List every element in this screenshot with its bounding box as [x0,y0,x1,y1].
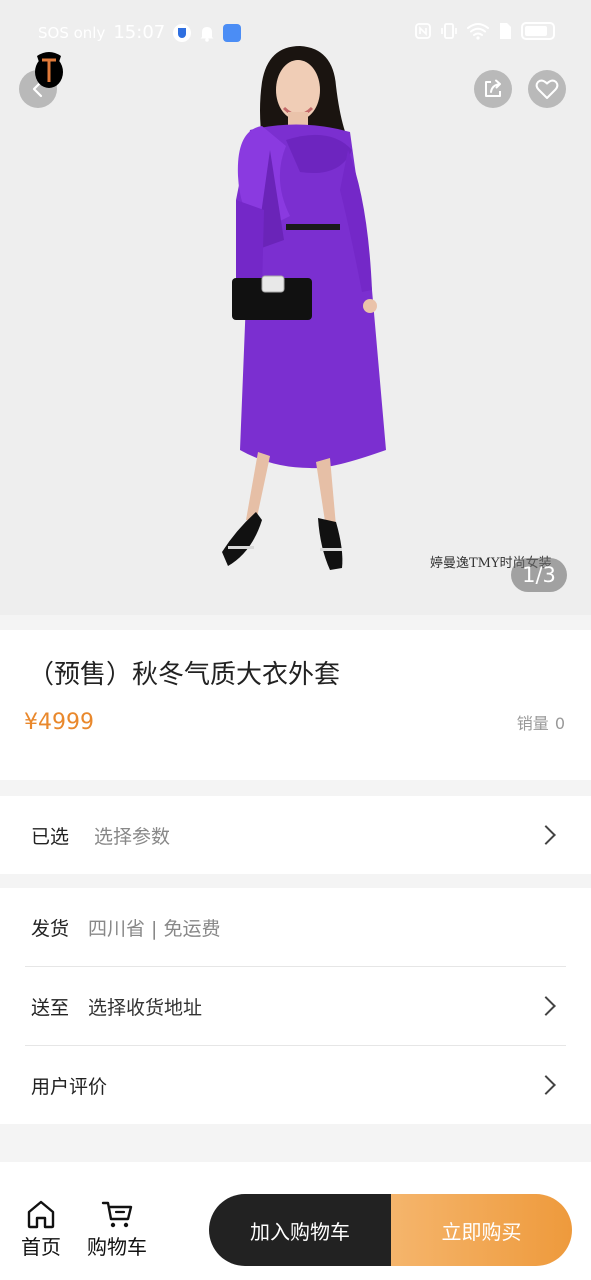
status-bar: SOS only 15:07 [0,0,591,66]
cart-tab-label: 购物车 [87,1235,147,1259]
favorite-button[interactable] [528,70,566,108]
battery-icon [521,22,555,40]
deliver-to-row[interactable]: 送至 选择收货地址 [0,967,591,1045]
sales-value: 0 [554,714,565,733]
heart-icon [535,79,559,99]
home-tab[interactable]: 首页 [21,1198,61,1260]
app-notification-icon [223,23,242,42]
sim-icon [500,23,511,39]
carrier-text: SOS only [38,23,106,42]
add-to-cart-button[interactable]: 加入购物车 [209,1194,391,1266]
spec-select-card: 已选 选择参数 [0,796,591,874]
product-price: ¥4999 [24,710,94,735]
cart-tab[interactable]: 购物车 [87,1198,147,1260]
user-reviews-label: 用户评价 [31,1075,108,1098]
product-info-card: （预售）秋冬气质大衣外套 ¥4999 销量 0 [0,630,591,780]
nfc-icon [415,23,431,39]
shipping-row: 发货 四川省 | 免运费 [0,888,591,966]
sales-count: 销量 0 [517,710,565,734]
cart-icon [101,1201,133,1228]
shipping-label: 发货 [31,917,70,940]
user-reviews-row[interactable]: 用户评价 [0,1046,591,1124]
home-tab-label: 首页 [21,1235,61,1259]
buy-now-button[interactable]: 立即购买 [391,1194,572,1266]
vibrate-icon [441,23,457,39]
shield-icon [173,23,192,42]
product-title: （预售）秋冬气质大衣外套 [28,660,341,690]
share-button[interactable] [474,70,512,108]
home-icon [27,1200,55,1229]
bell-icon [200,26,214,42]
product-detail-page: 婷曼逸TMY时尚女装 1/3 SOS only 15:07 （预售）秋冬气质大衣… [0,0,591,1280]
product-image-gallery[interactable]: 婷曼逸TMY时尚女装 1/3 [0,0,591,615]
clock: 15:07 [113,22,166,43]
spec-select-value: 选择参数 [94,825,171,848]
deliver-to-label: 送至 [31,996,70,1019]
wifi-icon [467,23,489,40]
shipping-value: 四川省 | 免运费 [88,917,221,940]
spec-select-row[interactable]: 已选 选择参数 [0,796,591,874]
spec-select-label: 已选 [31,825,70,848]
shipping-card: 发货 四川省 | 免运费 送至 选择收货地址 用户评价 [0,888,591,1124]
share-icon [485,79,501,97]
sales-label: 销量 [516,714,549,733]
chevron-right-icon [536,1075,556,1095]
chevron-right-icon [536,825,556,845]
bottom-action-bar: 首页 购物车 加入购物车 立即购买 [0,1162,591,1280]
image-pager: 1/3 [511,558,567,592]
chevron-right-icon [536,996,556,1016]
deliver-to-value: 选择收货地址 [88,996,203,1019]
